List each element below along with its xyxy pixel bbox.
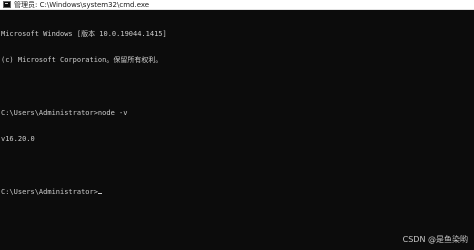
- window-title: 管理员: C:\Windows\system32\cmd.exe: [14, 0, 150, 9]
- prompt-line[interactable]: C:\Users\Administrator>: [1, 188, 471, 197]
- watermark: CSDN @是鱼染哟: [402, 235, 468, 244]
- console-line: C:\Users\Administrator>node -v: [1, 108, 128, 117]
- cmd-icon: [3, 1, 11, 8]
- title-bar[interactable]: 管理员: C:\Windows\system32\cmd.exe: [0, 0, 474, 10]
- console-line: v16.20.0: [1, 135, 35, 144]
- prompt-text: C:\Users\Administrator>: [1, 187, 98, 196]
- console-line: (c) Microsoft Corporation。保留所有权利。: [1, 55, 163, 64]
- cmd-window: 管理员: C:\Windows\system32\cmd.exe Microso…: [0, 0, 474, 250]
- console-output[interactable]: Microsoft Windows [版本 10.0.19044.1415] (…: [1, 12, 471, 214]
- console-line: Microsoft Windows [版本 10.0.19044.1415]: [1, 29, 167, 38]
- text-cursor: [97, 192, 102, 194]
